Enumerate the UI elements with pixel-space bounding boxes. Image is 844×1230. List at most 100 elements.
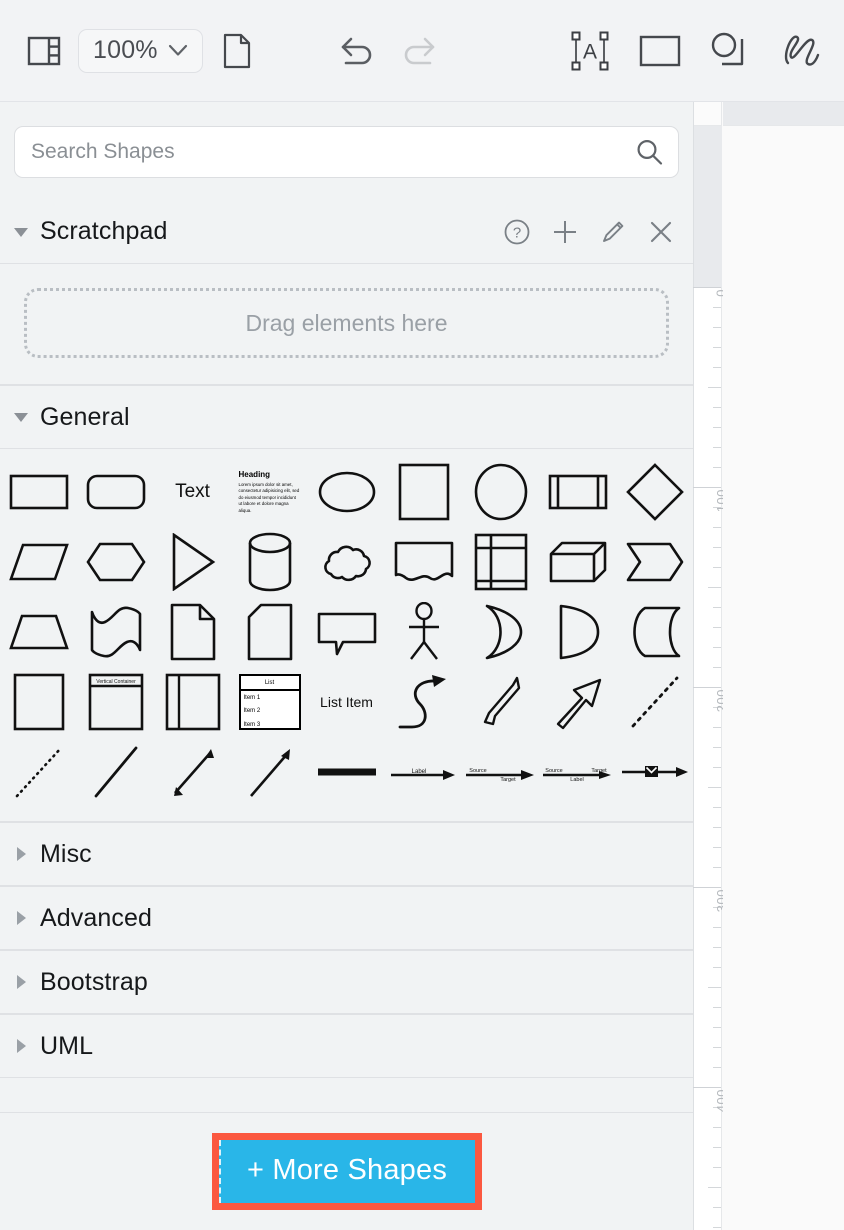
search-shapes-container [0, 102, 693, 200]
ruler-tick [713, 447, 721, 448]
shape-rectangle[interactable] [0, 457, 77, 527]
ruler-tick [713, 367, 721, 368]
shape-directional-line-arrow[interactable] [231, 737, 308, 807]
ruler-tick [713, 327, 721, 328]
shape-step[interactable] [616, 527, 693, 597]
sidebar-section-uml[interactable]: UML [0, 1014, 693, 1078]
sidebar-section-misc[interactable]: Misc [0, 822, 693, 886]
shape-curved-tape[interactable] [616, 597, 693, 667]
undo-button[interactable] [331, 25, 383, 77]
shape-container[interactable] [0, 667, 77, 737]
plus-icon[interactable] [551, 218, 579, 246]
shape-table[interactable] [462, 527, 539, 597]
ruler-tick [713, 1167, 721, 1168]
ruler-tick [713, 667, 721, 668]
ruler-tick [713, 627, 721, 628]
scratchpad-dropzone[interactable]: Drag elements here [24, 288, 669, 358]
zoom-level-label: 100% [93, 36, 158, 64]
sidebar-section-general[interactable]: General [0, 385, 693, 449]
shapes-icon [711, 32, 744, 65]
shape-cylinder[interactable] [231, 527, 308, 597]
svg-text:Source: Source [545, 768, 562, 774]
more-shapes-button[interactable]: + More Shapes [218, 1140, 476, 1203]
page-button[interactable] [211, 25, 263, 77]
shape-diamond[interactable] [616, 457, 693, 527]
svg-text:A: A [583, 40, 597, 63]
shape-cube[interactable] [539, 527, 616, 597]
scratchpad-section-header[interactable]: Scratchpad ? [0, 200, 693, 264]
shape-bidirectional-arrow[interactable] [462, 667, 539, 737]
close-icon[interactable] [647, 218, 675, 246]
redo-icon [404, 37, 435, 64]
shape-ellipse[interactable] [308, 457, 385, 527]
freehand-tool-button[interactable] [772, 23, 828, 79]
ruler-tick [713, 427, 721, 428]
shape-note[interactable] [231, 597, 308, 667]
connection-tool-button[interactable] [702, 23, 758, 79]
sidebar-section-bootstrap[interactable]: Bootstrap [0, 950, 693, 1014]
shape-triangle[interactable] [154, 527, 231, 597]
text-tool-button[interactable]: A [562, 23, 618, 79]
toolbar-right-group: A [562, 23, 844, 79]
search-icon[interactable] [634, 137, 664, 167]
ruler-tick [708, 987, 721, 988]
edit-pencil-icon[interactable] [599, 218, 627, 246]
edge-source-text: Source [469, 768, 486, 774]
shape-list[interactable]: List Item 1 Item 2 Item 3 [231, 667, 308, 737]
diagram-canvas[interactable] [723, 102, 844, 1230]
shape-document[interactable] [154, 597, 231, 667]
ruler-tick [713, 807, 721, 808]
shape-row [0, 597, 693, 667]
zoom-dropdown[interactable]: 100% [78, 28, 203, 73]
ruler-offscreen-region [694, 126, 722, 287]
shape-text[interactable]: Text [154, 457, 231, 527]
search-box[interactable] [14, 126, 679, 178]
shape-actor[interactable] [385, 597, 462, 667]
section-title-general: General [40, 402, 130, 431]
shape-labeled-edge[interactable]: Label [385, 737, 462, 807]
shape-or-half-circle[interactable] [539, 597, 616, 667]
search-shapes-input[interactable] [15, 127, 678, 177]
shape-s-curve-arrow[interactable] [385, 667, 462, 737]
shape-bidirectional-line-arrow[interactable] [154, 737, 231, 807]
shape-horizontal-container[interactable] [154, 667, 231, 737]
shape-tape[interactable] [77, 597, 154, 667]
section-title-misc: Misc [40, 839, 92, 868]
redo-button[interactable] [393, 25, 445, 77]
shape-cloud[interactable] [308, 527, 385, 597]
shape-source-label-target-edge[interactable]: Source Label Target [539, 737, 616, 807]
shape-rounded-rectangle[interactable] [77, 457, 154, 527]
workspace: Scratchpad ? [0, 102, 844, 1230]
shape-open-arrow[interactable] [539, 667, 616, 737]
shape-list-item[interactable]: List Item [308, 667, 385, 737]
shape-tool-button[interactable] [632, 23, 688, 79]
shape-source-target-edge[interactable]: Source Target [462, 737, 539, 807]
shape-trapezoid[interactable] [0, 597, 77, 667]
shape-dashed-line[interactable] [616, 667, 693, 737]
shape-message-edge[interactable] [616, 737, 693, 807]
shape-delay[interactable] [462, 597, 539, 667]
shape-thick-line[interactable] [308, 737, 385, 807]
shape-square[interactable] [385, 457, 462, 527]
sidebar-section-advanced[interactable]: Advanced [0, 886, 693, 950]
shape-callout[interactable] [308, 597, 385, 667]
shape-dotted-line[interactable] [0, 737, 77, 807]
ruler-tick [713, 567, 721, 568]
ruler-tick [713, 407, 721, 408]
list-item-row: Item 2 [243, 708, 261, 715]
shape-process[interactable] [539, 457, 616, 527]
shape-line[interactable] [77, 737, 154, 807]
ruler-tick [708, 587, 721, 588]
shape-document-wave[interactable] [385, 527, 462, 597]
shape-circle[interactable] [462, 457, 539, 527]
dropzone-label: Drag elements here [245, 309, 448, 336]
shape-parallelogram[interactable] [0, 527, 77, 597]
help-icon[interactable]: ? [503, 218, 531, 246]
shape-heading-textblock[interactable]: Heading Lorem ipsum dolor sit amet, cons… [231, 457, 308, 527]
shape-hexagon[interactable] [77, 527, 154, 597]
ruler-tick [708, 387, 721, 388]
ruler-tick [693, 287, 721, 288]
shape-vertical-container[interactable]: Vertical Container [77, 667, 154, 737]
format-panel-toggle-button[interactable] [18, 25, 70, 77]
ruler-corner [694, 102, 722, 126]
